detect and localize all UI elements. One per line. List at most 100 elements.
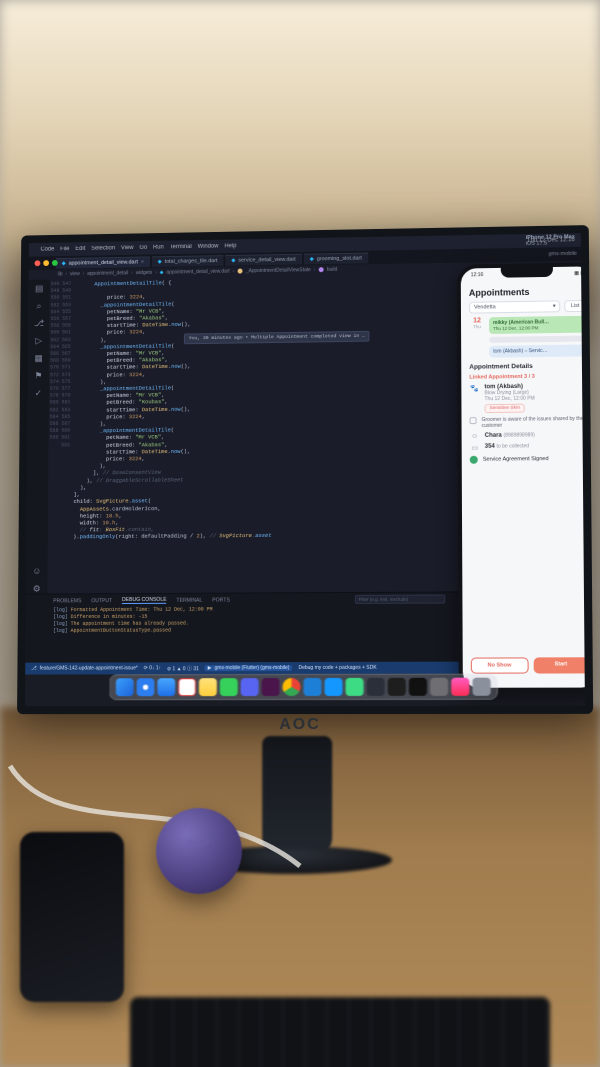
groomer-phone: (8989898989): [503, 432, 534, 438]
page-title: Appointments: [469, 286, 585, 298]
status-debug-target[interactable]: ▶ gms-mobile (Flutter) (gms-mobile): [205, 665, 293, 671]
groomer-name: Chara: [485, 433, 502, 439]
menu-help[interactable]: Help: [224, 243, 236, 249]
dock-settings-icon[interactable]: [430, 678, 448, 696]
extensions-icon[interactable]: ▦: [34, 353, 44, 363]
simulator-device-label: iPhone 12 Pro Max iOS 17.5: [526, 234, 575, 247]
dock-messages-icon[interactable]: [220, 678, 238, 696]
dart-file-icon: ◆: [158, 259, 162, 265]
flutter-icon[interactable]: ⚑: [34, 371, 44, 381]
check-circle-icon: [470, 456, 478, 464]
consent-checkbox[interactable]: [470, 417, 477, 424]
panel-tab-output[interactable]: OUTPUT: [91, 598, 112, 604]
person-icon: ☺: [470, 433, 480, 440]
tab-grooming-slot[interactable]: ◆ grooming_slot.dart: [304, 252, 368, 264]
dock-android-studio-icon[interactable]: [346, 678, 364, 696]
panel-tab-debug-console[interactable]: DEBUG CONSOLE: [122, 597, 167, 604]
menu-run[interactable]: Run: [153, 245, 164, 251]
menu-code[interactable]: Code: [40, 247, 54, 253]
dock-finder-icon[interactable]: [116, 678, 134, 696]
dock-notes-icon[interactable]: [199, 678, 217, 696]
menu-terminal[interactable]: Terminal: [170, 244, 192, 250]
menu-window[interactable]: Window: [198, 244, 219, 250]
line-gutter: 546 547 548 549 550 551 552 553 554 555 …: [47, 279, 75, 594]
scm-icon[interactable]: ⎇: [34, 318, 44, 328]
dock-slack-icon[interactable]: [262, 678, 280, 696]
chevron-down-icon: ▾: [553, 303, 556, 309]
linked-appointment-link[interactable]: Linked Appointment 3 / 3: [469, 373, 585, 380]
no-show-button[interactable]: No Show: [471, 657, 528, 673]
panel-tab-terminal[interactable]: TERMINAL: [176, 597, 202, 603]
dock-discord-icon[interactable]: [241, 678, 259, 696]
branch-dropdown[interactable]: Vendetta ▾: [469, 300, 561, 313]
activity-bar: ▤ ⌕ ⎇ ▷ ▦ ⚑ ✓ ☺ ⚙: [26, 279, 50, 593]
dock-terminal-icon[interactable]: [409, 678, 427, 696]
status-problems[interactable]: ⊘ 1 ▲ 0 ⓘ 31: [167, 665, 199, 672]
dart-file-icon: ◆: [62, 260, 66, 266]
appointment-chip-selected[interactable]: tom (Akbash) – Servic…: [489, 344, 585, 357]
dock-trash-icon[interactable]: [472, 678, 490, 696]
close-icon[interactable]: ×: [141, 259, 144, 265]
dart-file-icon: ◆: [231, 257, 235, 263]
dart-file-icon: ◆: [310, 256, 314, 262]
dock-chrome-icon[interactable]: [283, 678, 301, 696]
screen: Code File Edit Selection View Go Run Ter…: [25, 233, 585, 706]
monitor: Code File Edit Selection View Go Run Ter…: [17, 225, 593, 714]
appointment-chip[interactable]: [489, 336, 585, 343]
menu-file[interactable]: File: [60, 246, 69, 252]
panel-tab-problems[interactable]: PROBLEMS: [53, 598, 81, 604]
price-label: to be collected: [496, 443, 529, 449]
traffic-min-icon[interactable]: [43, 260, 49, 266]
menu-selection[interactable]: Selection: [91, 245, 115, 251]
notch: [501, 267, 553, 278]
start-button[interactable]: Start: [533, 657, 585, 673]
price-amount: 354: [485, 444, 495, 450]
dock-mail-icon[interactable]: [157, 678, 175, 696]
agreement-status: Service Agreement Signed: [483, 456, 549, 463]
panel-tab-ports[interactable]: PORTS: [212, 597, 230, 603]
battery-icon: ▦ ▮: [574, 270, 583, 280]
appointment-time: Thu 12 Dec, 12:00 PM: [484, 396, 534, 403]
traffic-close-icon[interactable]: [35, 260, 41, 266]
debug-icon[interactable]: ▷: [34, 336, 44, 346]
status-branch[interactable]: ⎇ feature/GMS-142-update-appointment-iss…: [31, 665, 138, 671]
physical-keyboard: [130, 997, 550, 1067]
menu-edit[interactable]: Edit: [75, 246, 85, 252]
view-toggle[interactable]: List: [565, 300, 585, 312]
macos-dock: [109, 674, 498, 701]
dock-safari-icon[interactable]: [137, 678, 155, 696]
appointment-chip[interactable]: mikky (American Bull… Thu 12 Dec, 12:00 …: [489, 316, 585, 334]
tab-total-charges[interactable]: ◆ total_charges_tile.dart: [152, 255, 224, 267]
tab-appointment-detail[interactable]: ◆ appointment_detail_view.dart ×: [56, 256, 150, 268]
paw-icon: 🐾: [469, 384, 479, 413]
calendar-day[interactable]: 12 Thu: [469, 317, 485, 358]
consent-text: Groomer is aware of the issues shared by…: [482, 416, 585, 429]
ios-simulator: 12:16 ▦ ▮ Appointments Vendetta ▾ List 1…: [457, 262, 585, 691]
gitlens-hover: You, 30 minutes ago • Multiple Appointme…: [184, 331, 370, 345]
pet-tag: Sensitive Skin: [485, 404, 525, 413]
dock-calendar-icon[interactable]: [178, 678, 196, 696]
sheet-title: Appointment Details: [469, 362, 585, 370]
menu-view[interactable]: View: [121, 245, 134, 251]
stress-ball: [156, 808, 242, 894]
dock-simulator-icon[interactable]: [367, 678, 385, 696]
account-icon[interactable]: ☺: [32, 566, 42, 576]
status-sync[interactable]: ⟳ 0↓ 1↑: [144, 665, 161, 671]
test-icon[interactable]: ✓: [33, 388, 43, 398]
window-title: gms-mobile: [548, 251, 577, 257]
physical-phone: [20, 832, 124, 1002]
tab-service-detail[interactable]: ◆ service_detail_view.dart: [225, 253, 301, 265]
explorer-icon[interactable]: ▤: [34, 283, 44, 293]
menu-go[interactable]: Go: [139, 245, 147, 251]
gear-icon[interactable]: ⚙: [32, 584, 42, 594]
traffic-max-icon[interactable]: [52, 260, 58, 266]
search-icon[interactable]: ⌕: [34, 301, 44, 311]
status-debug-mode[interactable]: Debug my code + packages + SDK: [298, 665, 376, 671]
dock-figma-icon[interactable]: [388, 678, 406, 696]
dock-vscode-icon[interactable]: [303, 678, 321, 696]
dock-music-icon[interactable]: [451, 678, 469, 696]
monitor-brand: AOC: [279, 716, 321, 734]
dock-xcode-icon[interactable]: [324, 678, 342, 696]
card-icon: ▭: [470, 444, 480, 452]
panel-filter-input[interactable]: Filter (e.g. text, !exclude): [355, 595, 445, 604]
